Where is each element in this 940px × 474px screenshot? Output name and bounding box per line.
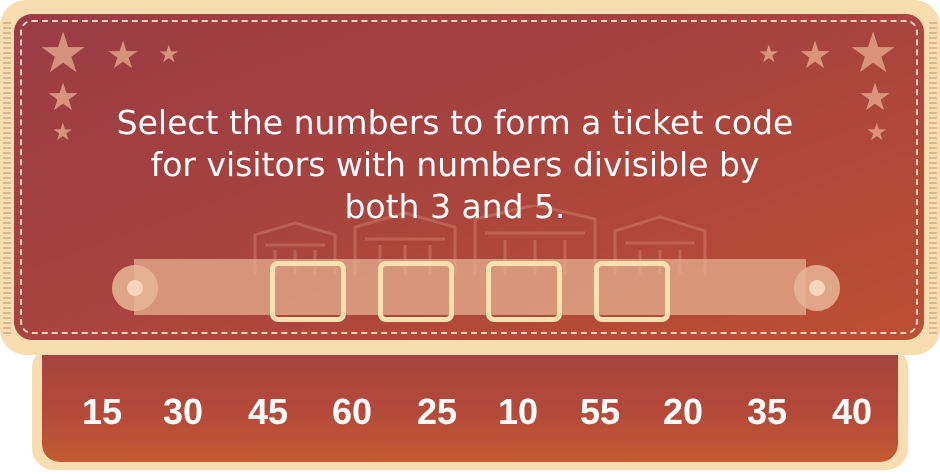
number-tile[interactable]: 20 xyxy=(663,388,703,436)
answer-slot-4[interactable] xyxy=(594,261,670,322)
number-tile[interactable]: 40 xyxy=(832,388,872,436)
answer-bar-left-knob xyxy=(112,265,158,311)
number-tile[interactable]: 45 xyxy=(248,388,288,436)
answer-slot-2[interactable] xyxy=(378,261,454,322)
star-icon: ★ xyxy=(46,75,81,119)
star-icon: ★ xyxy=(158,40,180,68)
answer-slot-3[interactable] xyxy=(486,261,562,322)
number-tile[interactable]: 60 xyxy=(332,388,372,436)
answer-bar-right-knob xyxy=(794,265,840,311)
question-prompt: Select the numbers to form a ticket code… xyxy=(116,103,794,226)
ticket-perforation-right xyxy=(929,22,937,334)
number-tile[interactable]: 25 xyxy=(417,388,457,436)
number-tile[interactable]: 55 xyxy=(580,388,620,436)
star-icon: ★ xyxy=(798,33,833,77)
answer-slot-1[interactable] xyxy=(270,261,346,322)
star-icon: ★ xyxy=(758,40,780,68)
ticket-perforation-left xyxy=(3,22,11,334)
number-tile[interactable]: 35 xyxy=(747,388,787,436)
star-icon: ★ xyxy=(106,33,141,77)
star-icon: ★ xyxy=(38,21,89,86)
number-tile[interactable]: 15 xyxy=(82,388,122,436)
number-tile[interactable]: 10 xyxy=(498,388,538,436)
star-icon: ★ xyxy=(848,21,899,86)
ticket-card: ★ ★ ★ ★ ★ ★ ★ ★ ★ ★ Select the numbers t… xyxy=(0,0,940,355)
star-icon: ★ xyxy=(52,118,74,146)
number-tile[interactable]: 30 xyxy=(163,388,203,436)
star-icon: ★ xyxy=(858,75,893,119)
answer-bar xyxy=(134,259,806,315)
star-icon: ★ xyxy=(866,118,888,146)
